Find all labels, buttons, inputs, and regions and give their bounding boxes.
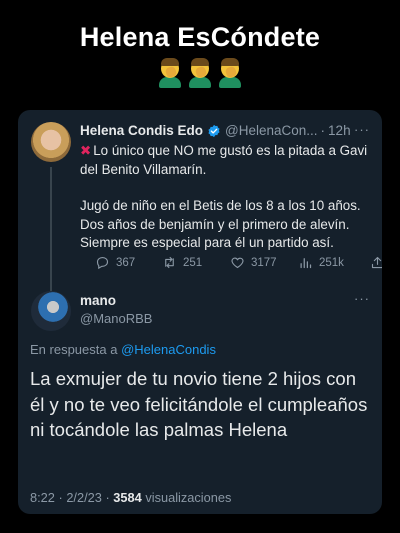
verified-badge-icon	[208, 124, 220, 137]
retweet-count: 251	[183, 256, 203, 269]
mention-link[interactable]: @HelenaCondis	[121, 342, 216, 357]
emoji-row	[0, 58, 400, 88]
share-button[interactable]	[370, 255, 382, 270]
author-handle[interactable]: @HelenaCon...	[225, 123, 318, 138]
tweet-text-line: Lo único que NO me gustó es la pitada a …	[80, 143, 368, 177]
tweet-header: Helena Condis Edo @HelenaCon... · 12h	[80, 123, 372, 138]
more-options-icon[interactable]: ···	[354, 122, 370, 137]
analytics-icon	[300, 258, 312, 269]
like-count: 3177	[251, 256, 277, 269]
thread-line	[50, 167, 52, 295]
facepalm-icon	[217, 58, 243, 88]
tweet-actions: 367 251 3177 251k	[80, 255, 382, 273]
avatar[interactable]	[31, 291, 71, 331]
tweet-card: Helena Condis Edo @HelenaCon... · 12h ··…	[18, 110, 382, 514]
reply-button[interactable]: 367	[95, 255, 135, 270]
facepalm-icon	[187, 58, 213, 88]
tweet-text-paragraph: Jugó de niño en el Betis de los 8 a los …	[80, 198, 361, 250]
avatar[interactable]	[31, 122, 71, 162]
replying-to-label: En respuesta a	[30, 342, 118, 357]
reply-count: 367	[116, 256, 136, 269]
heart-icon	[231, 257, 244, 269]
reply-tweet[interactable]: mano @ManoRBB ··· En respuesta a @Helena…	[18, 286, 382, 514]
cross-mark-icon: ✖	[80, 143, 92, 158]
tweet-time[interactable]: 12h	[328, 123, 351, 138]
view-count: 251k	[319, 256, 344, 269]
view-count: 3584	[113, 490, 142, 505]
author-name[interactable]: mano	[80, 293, 116, 308]
tweet-time[interactable]: 8:22	[30, 490, 55, 505]
separator-dot: ·	[58, 490, 63, 505]
facepalm-icon	[157, 58, 183, 88]
retweet-icon	[165, 256, 174, 269]
more-options-icon[interactable]: ···	[354, 291, 370, 306]
retweet-button[interactable]: 251	[162, 255, 202, 270]
meme-title: Helena EsCóndete	[79, 22, 321, 52]
like-button[interactable]: 3177	[230, 255, 277, 270]
replying-to: En respuesta a @HelenaCondis	[30, 342, 216, 357]
author-name[interactable]: Helena Condis Edo	[80, 123, 203, 138]
author-handle[interactable]: @ManoRBB	[80, 311, 152, 326]
tweet-meta: 8:22 · 2/2/23 · 3584 visualizaciones	[30, 490, 231, 505]
tweet-text: ✖ Lo único que NO me gustó es la pitada a…	[80, 142, 370, 253]
tweet-text: La exmujer de tu novio tiene 2 hijos con…	[30, 368, 368, 440]
reply-icon	[96, 256, 109, 270]
views-button[interactable]: 251k	[298, 255, 344, 270]
separator-dot: ·	[320, 123, 326, 138]
share-icon	[371, 256, 382, 269]
view-label: visualizaciones	[145, 490, 232, 505]
separator-dot: ·	[105, 490, 110, 505]
quoted-tweet[interactable]: Helena Condis Edo @HelenaCon... · 12h ··…	[18, 110, 382, 295]
tweet-date[interactable]: 2/2/23	[66, 490, 102, 505]
